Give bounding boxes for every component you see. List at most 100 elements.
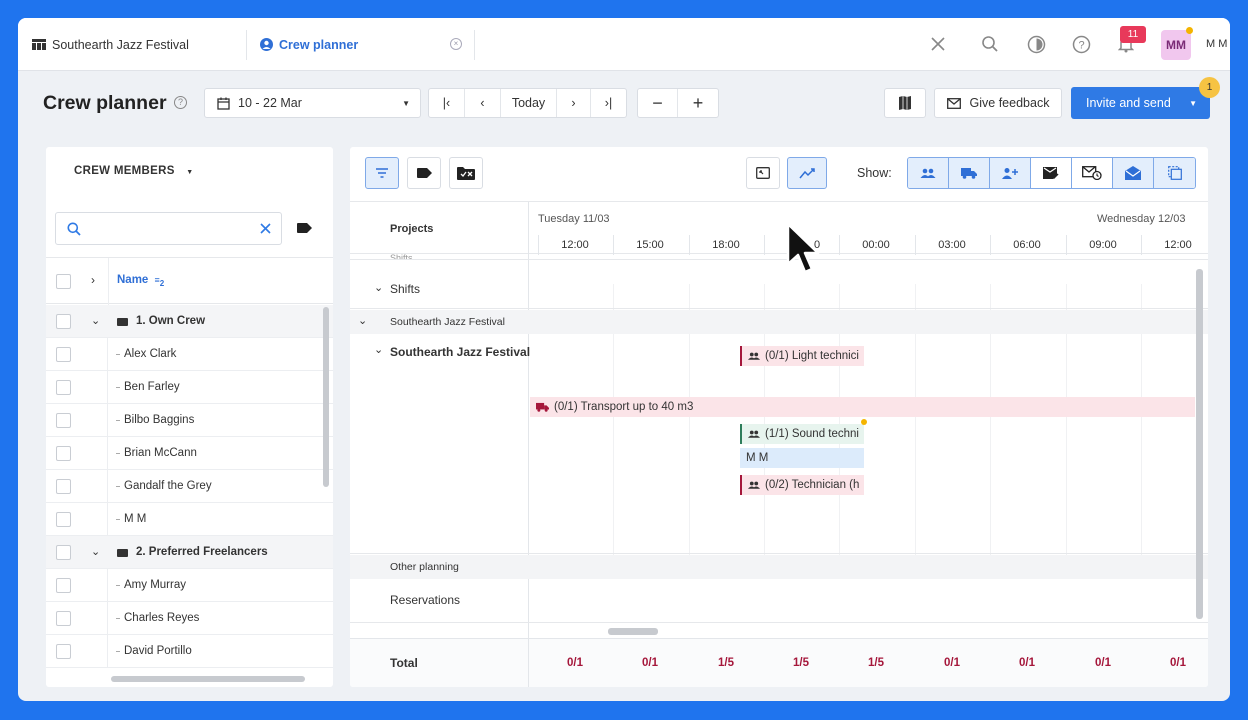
- horizontal-scrollbar[interactable]: [608, 628, 658, 635]
- invite-label: Invite and send: [1086, 96, 1171, 110]
- chevron-down-icon[interactable]: ⌄: [358, 314, 367, 327]
- time-label: 15:00: [636, 239, 664, 251]
- avatar[interactable]: MM: [1161, 30, 1191, 60]
- close-icon[interactable]: [927, 33, 949, 55]
- clear-icon[interactable]: [260, 223, 271, 234]
- shifts-row: ⌄ Shifts: [350, 267, 1208, 309]
- tag-button[interactable]: [407, 157, 441, 189]
- total-value: 1/5: [718, 657, 734, 669]
- expand-icon[interactable]: ›: [91, 273, 95, 287]
- project-label: Southearth Jazz Festival: [390, 345, 531, 359]
- crew-row[interactable]: David Portillo: [46, 635, 333, 668]
- chevron-right-icon[interactable]: ›: [557, 89, 591, 117]
- chevron-down-icon[interactable]: ⌄: [91, 545, 100, 558]
- time-tick: [538, 235, 539, 255]
- transport-toggle[interactable]: [949, 158, 990, 188]
- tab-close-icon[interactable]: ×: [450, 38, 462, 50]
- row-checkbox[interactable]: [56, 479, 71, 494]
- tab-crew-planner[interactable]: Crew planner: [260, 18, 358, 71]
- row-checkbox[interactable]: [56, 380, 71, 395]
- row-checkbox[interactable]: [56, 446, 71, 461]
- crew-row[interactable]: M M: [46, 503, 333, 536]
- light-technician-shift[interactable]: (0/1) Light technici: [740, 346, 864, 366]
- crew-row[interactable]: Ben Farley: [46, 371, 333, 404]
- zoom-in-icon[interactable]: +: [678, 89, 718, 117]
- folder-check-button[interactable]: [449, 157, 483, 189]
- row-checkbox[interactable]: [56, 413, 71, 428]
- tag-icon[interactable]: [297, 223, 312, 233]
- show-label: Show:: [857, 166, 892, 180]
- add-crew-toggle[interactable]: [990, 158, 1031, 188]
- crew-row[interactable]: Gandalf the Grey: [46, 470, 333, 503]
- project-group-row[interactable]: ⌄ Southearth Jazz Festival: [350, 310, 1208, 334]
- today-button[interactable]: Today: [501, 89, 557, 117]
- chevron-down-icon[interactable]: ▼: [1189, 99, 1197, 108]
- time-tick: [915, 235, 916, 255]
- first-page-icon[interactable]: |‹: [429, 89, 465, 117]
- name-column-header[interactable]: Name ≡2: [117, 274, 164, 288]
- map-button[interactable]: [884, 88, 926, 118]
- row-checkbox[interactable]: [56, 314, 71, 329]
- vertical-scrollbar[interactable]: [1196, 269, 1203, 619]
- copy-toggle[interactable]: [1154, 158, 1195, 188]
- people-icon: [920, 168, 936, 178]
- crew-row[interactable]: Bilbo Baggins: [46, 404, 333, 437]
- calendar-icon: [217, 97, 230, 110]
- total-label: Total: [390, 656, 418, 670]
- tree-connector: [116, 387, 120, 388]
- row-checkbox[interactable]: [56, 545, 71, 560]
- crew-members-dropdown[interactable]: CREW MEMBERS ▼: [74, 165, 193, 177]
- trend-button[interactable]: [787, 157, 827, 189]
- crew-row[interactable]: Charles Reyes: [46, 602, 333, 635]
- zoom-out-icon[interactable]: −: [638, 89, 678, 117]
- row-checkbox[interactable]: [56, 611, 71, 626]
- last-page-icon[interactable]: ›|: [591, 89, 626, 117]
- date-range-select[interactable]: 10 - 22 Mar ▼: [204, 88, 421, 118]
- total-value: 1/5: [793, 657, 809, 669]
- map-icon: [899, 96, 911, 110]
- chevron-down-icon[interactable]: ⌄: [91, 314, 100, 327]
- assigned-crew-bar[interactable]: M M: [740, 448, 864, 468]
- chevron-down-icon[interactable]: ⌄: [374, 343, 383, 356]
- row-checkbox[interactable]: [56, 347, 71, 362]
- time-tick: [1066, 235, 1067, 255]
- group-label: 2. Preferred Freelancers: [136, 546, 268, 558]
- mail-check-toggle[interactable]: [1031, 158, 1072, 188]
- row-checkbox[interactable]: [56, 644, 71, 659]
- filter-icon: [376, 168, 388, 178]
- select-all-checkbox[interactable]: [56, 274, 71, 289]
- give-feedback-button[interactable]: Give feedback: [934, 88, 1062, 118]
- crew-toggle[interactable]: [908, 158, 949, 188]
- crew-row[interactable]: Brian McCann: [46, 437, 333, 470]
- time-label: 09:00: [1089, 239, 1117, 251]
- sound-technician-shift[interactable]: (1/1) Sound techni: [740, 424, 864, 444]
- help-icon[interactable]: ?: [1070, 33, 1092, 55]
- chevron-down-icon[interactable]: ⌄: [374, 281, 383, 294]
- group-row-preferred-freelancers[interactable]: ⌄ 2. Preferred Freelancers: [46, 536, 333, 569]
- chevron-left-icon[interactable]: ‹: [465, 89, 501, 117]
- help-icon[interactable]: ?: [174, 96, 187, 109]
- tab-project[interactable]: Southearth Jazz Festival: [32, 18, 189, 71]
- search-icon[interactable]: [979, 33, 1001, 55]
- horizontal-scrollbar[interactable]: [111, 676, 305, 682]
- mail-open-toggle[interactable]: [1113, 158, 1154, 188]
- search-input[interactable]: [55, 212, 282, 245]
- row-checkbox[interactable]: [56, 578, 71, 593]
- divider: [107, 338, 108, 371]
- crew-row[interactable]: Alex Clark: [46, 338, 333, 371]
- filter-button[interactable]: [365, 157, 399, 189]
- crew-name: David Portillo: [124, 645, 192, 657]
- fit-view-button[interactable]: [746, 157, 780, 189]
- theme-icon[interactable]: [1025, 33, 1047, 55]
- transport-shift[interactable]: (0/1) Transport up to 40 m3: [530, 397, 1195, 417]
- vertical-scrollbar[interactable]: [323, 307, 329, 487]
- user-name[interactable]: M M: [1206, 38, 1227, 50]
- tree-connector: [116, 420, 120, 421]
- technician-shift[interactable]: (0/2) Technician (h: [740, 475, 864, 495]
- crew-row[interactable]: Amy Murray: [46, 569, 333, 602]
- group-row-own-crew[interactable]: ⌄ 1. Own Crew: [46, 305, 333, 338]
- row-checkbox[interactable]: [56, 512, 71, 527]
- date-navigation: |‹ ‹ Today › ›|: [428, 88, 627, 118]
- mail-clock-toggle[interactable]: [1072, 158, 1113, 188]
- invite-and-send-button[interactable]: Invite and send ▼: [1071, 87, 1210, 119]
